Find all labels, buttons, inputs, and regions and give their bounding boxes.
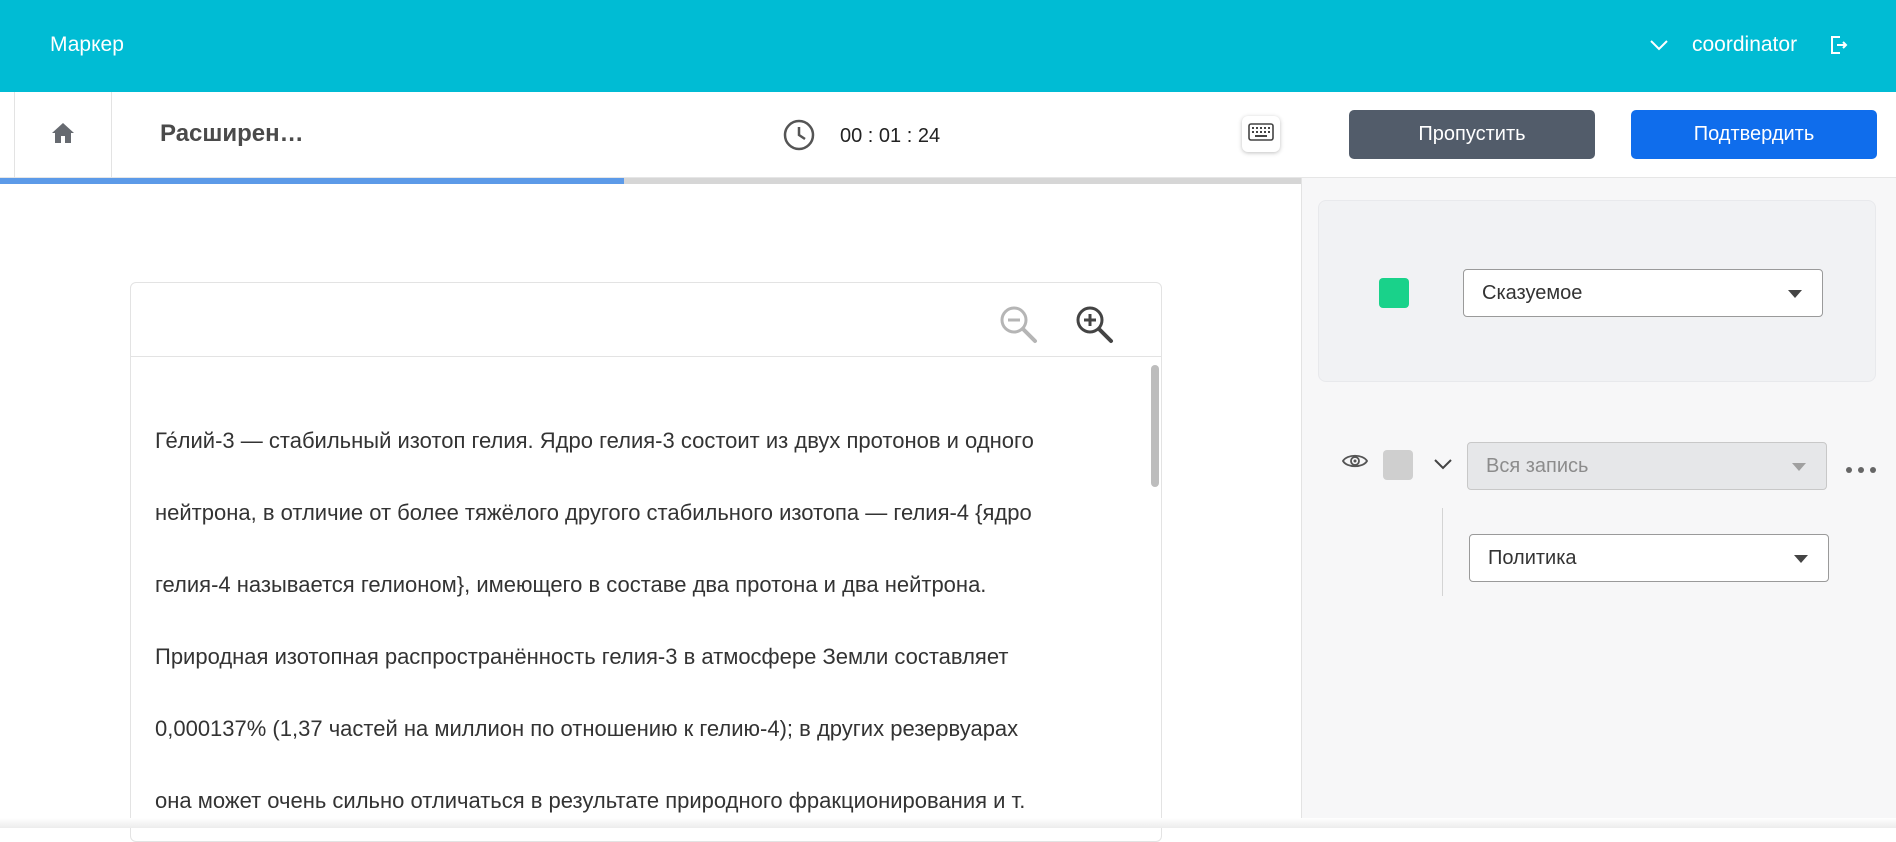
label-select-value: Сказуемое <box>1482 281 1583 304</box>
task-timer: 00 : 01 : 24 <box>840 125 941 147</box>
document-card: Ге́лий-3 — стабильный изотоп гелия. Ядро… <box>130 282 1162 842</box>
active-label-card: Сказуемое <box>1318 200 1876 382</box>
home-icon <box>50 121 76 150</box>
caret-down-icon <box>1788 290 1802 298</box>
chevron-down-icon[interactable] <box>1432 455 1454 473</box>
text-line[interactable]: Ге́лий-3 — стабильный изотоп гелия. Ядро… <box>155 405 1121 477</box>
bottom-edge <box>0 818 1896 828</box>
child-label-select[interactable]: Политика <box>1469 534 1829 582</box>
task-toolbar: Расширен… 00 : 01 : 24 Пропустить Подтве… <box>0 92 1896 178</box>
task-title: Расширен… <box>160 120 304 147</box>
chevron-down-icon[interactable] <box>1648 35 1670 55</box>
text-line[interactable]: гелия-4 называется гелионом}, имеющего в… <box>155 549 1121 621</box>
more-options-icon[interactable] <box>1845 461 1877 473</box>
caret-down-icon <box>1794 555 1808 563</box>
child-label-value: Политика <box>1488 546 1577 569</box>
label-color-swatch <box>1379 278 1409 308</box>
text-line[interactable]: нейтрона, в отличие от более тяжёлого др… <box>155 477 1121 549</box>
zoom-in-icon[interactable] <box>1073 303 1115 345</box>
skip-button[interactable]: Пропустить <box>1349 110 1595 159</box>
logout-icon[interactable] <box>1828 34 1848 56</box>
keyboard-shortcuts-button[interactable] <box>1242 116 1280 152</box>
text-line[interactable]: Природная изотопная распространённость г… <box>155 621 1121 693</box>
record-color-swatch <box>1383 450 1413 480</box>
app-header: Маркер coordinator <box>0 0 1896 92</box>
brand-title[interactable]: Маркер <box>50 33 124 57</box>
labels-panel: Сказуемое Вся запись Политика <box>1301 178 1896 828</box>
eye-icon[interactable] <box>1341 452 1369 470</box>
record-select: Вся запись <box>1467 442 1827 490</box>
home-button[interactable] <box>14 92 112 178</box>
document-area: Ге́лий-3 — стабильный изотоп гелия. Ядро… <box>0 184 1301 842</box>
text-line[interactable]: 0,000137% (1,37 частей на миллион по отн… <box>155 693 1121 765</box>
caret-down-icon <box>1792 463 1806 471</box>
zoom-out-icon[interactable] <box>997 303 1039 345</box>
confirm-button[interactable]: Подтвердить <box>1631 110 1877 159</box>
tree-connector <box>1442 508 1443 596</box>
username-label[interactable]: coordinator <box>1692 33 1797 57</box>
document-scrollbar[interactable] <box>1151 365 1159 487</box>
document-text[interactable]: Ге́лий-3 — стабильный изотоп гелия. Ядро… <box>131 357 1161 837</box>
label-select[interactable]: Сказуемое <box>1463 269 1823 317</box>
document-toolbar <box>131 283 1161 357</box>
record-select-value: Вся запись <box>1486 454 1589 477</box>
keyboard-icon <box>1248 122 1274 146</box>
clock-icon <box>782 118 816 152</box>
